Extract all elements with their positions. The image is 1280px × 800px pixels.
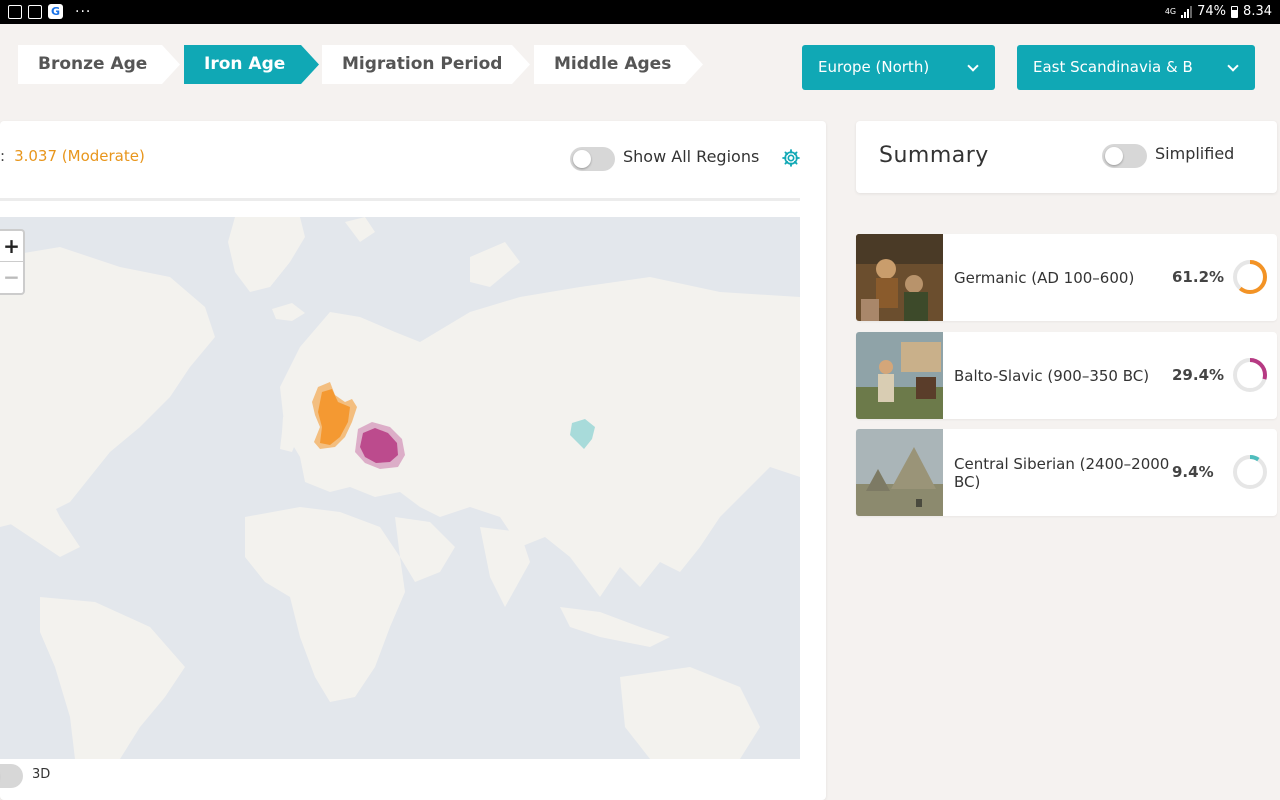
score-value: 3.037 (Moderate) xyxy=(14,147,145,165)
subregion-dropdown-value: East Scandinavia & B xyxy=(1033,58,1193,76)
germanic-thumbnail xyxy=(856,234,943,321)
3d-label: 3D xyxy=(32,767,51,782)
zoom-control: + − xyxy=(0,229,25,295)
result-row-central-siberian[interactable]: Central Siberian (2400–2000 BC) 9.4% xyxy=(856,429,1277,516)
balto-slavic-thumbnail xyxy=(856,332,943,419)
simplified-label: Simplified xyxy=(1155,144,1235,163)
3d-toggle[interactable] xyxy=(0,764,23,788)
result-percent: 61.2% xyxy=(1172,268,1225,286)
more-icon: ··· xyxy=(75,3,92,20)
result-row-germanic[interactable]: Germanic (AD 100–600) 61.2% xyxy=(856,234,1277,321)
subregion-dropdown[interactable]: East Scandinavia & B xyxy=(1017,45,1255,90)
summary-header: Summary Simplified xyxy=(856,121,1277,193)
region-dropdown[interactable]: Europe (North) xyxy=(802,45,995,90)
chevron-down-icon xyxy=(1227,60,1239,72)
region-dropdown-value: Europe (North) xyxy=(818,58,930,76)
step-middle-ages[interactable]: Middle Ages xyxy=(534,45,703,84)
chevron-down-icon xyxy=(967,60,979,72)
divider xyxy=(0,198,800,201)
result-percent: 29.4% xyxy=(1172,366,1225,384)
result-name: Balto-Slavic (900–350 BC) xyxy=(954,366,1150,385)
battery-icon xyxy=(1231,5,1239,18)
central-siberian-thumbnail xyxy=(856,429,943,516)
world-map[interactable]: + − xyxy=(0,217,800,759)
map-panel: :3.037 (Moderate) Show All Regions + − 3… xyxy=(0,121,826,800)
zoom-out-button[interactable]: − xyxy=(0,262,23,293)
percent-ring xyxy=(1233,358,1267,392)
genetic-score: :3.037 (Moderate) xyxy=(0,147,145,165)
calendar-icon xyxy=(28,4,42,19)
status-bar: G ··· 4G 74% 8.34 xyxy=(0,0,1280,24)
score-prefix: : xyxy=(0,147,6,165)
image-icon xyxy=(8,4,22,19)
percent-ring xyxy=(1233,455,1267,489)
signal-icon xyxy=(1181,5,1193,18)
network-type: 4G xyxy=(1164,7,1177,16)
map-canvas xyxy=(0,217,800,759)
step-iron-age[interactable]: Iron Age xyxy=(184,45,319,84)
google-icon: G xyxy=(48,4,63,19)
result-name: Central Siberian (2400–2000 BC) xyxy=(954,454,1170,491)
show-all-regions-label: Show All Regions xyxy=(623,147,760,166)
simplified-toggle[interactable] xyxy=(1102,144,1147,168)
summary-title: Summary xyxy=(879,143,989,168)
zoom-in-button[interactable]: + xyxy=(0,231,23,262)
battery-percent: 74% xyxy=(1197,4,1227,19)
result-percent: 9.4% xyxy=(1172,463,1214,481)
step-bronze-age[interactable]: Bronze Age xyxy=(18,45,180,84)
result-row-balto-slavic[interactable]: Balto-Slavic (900–350 BC) 29.4% xyxy=(856,332,1277,419)
show-all-regions-toggle[interactable] xyxy=(570,147,615,171)
result-name: Germanic (AD 100–600) xyxy=(954,268,1135,287)
clock: 8.34 xyxy=(1243,4,1272,19)
percent-ring xyxy=(1233,260,1267,294)
gear-icon[interactable] xyxy=(781,148,801,168)
step-migration-period[interactable]: Migration Period xyxy=(322,45,530,84)
